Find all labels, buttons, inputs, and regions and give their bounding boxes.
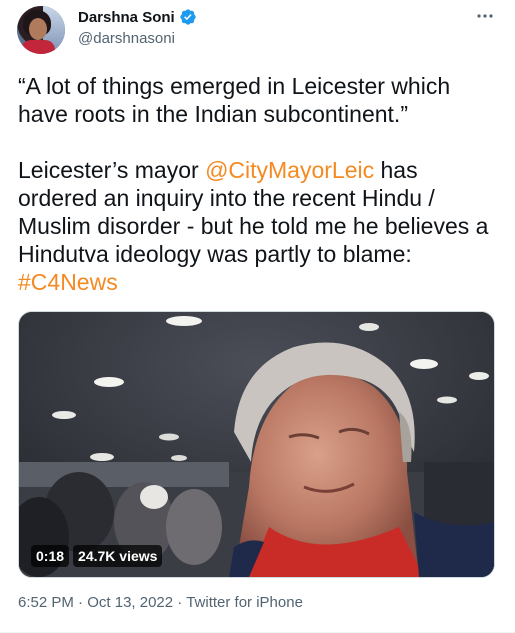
mention-link[interactable]: @CityMayorLeic — [205, 157, 374, 183]
tweet-text: “A lot of things emerged in Leicester wh… — [18, 72, 498, 296]
verified-badge-icon — [180, 9, 196, 25]
tweet: Darshna Soni @darshnasoni “A lot of thin… — [0, 0, 515, 633]
hashtag-link[interactable]: #C4News — [18, 269, 118, 295]
more-options-icon[interactable] — [473, 6, 497, 26]
avatar-face — [29, 18, 47, 40]
avatar[interactable] — [17, 6, 65, 54]
author-handle[interactable]: @darshnasoni — [78, 30, 175, 47]
tweet-source-app[interactable]: Twitter for iPhone — [186, 594, 303, 611]
avatar-shirt — [21, 40, 55, 54]
tweet-date[interactable]: Oct 13, 2022 — [87, 594, 173, 611]
tweet-body-before: Leicester’s mayor — [18, 157, 206, 183]
author-name-row: Darshna Soni — [78, 8, 197, 26]
tweet-time[interactable]: 6:52 PM — [18, 594, 74, 611]
tweet-body: Leicester’s mayor @CityMayorLeic has ord… — [18, 156, 498, 296]
video-info-badge: 0:18 24.7K views — [31, 545, 163, 567]
author-name[interactable]: Darshna Soni — [78, 9, 175, 26]
video-player[interactable]: 0:18 24.7K views — [18, 311, 495, 578]
video-views: 24.7K views — [73, 545, 163, 567]
meta-separator-1: · — [73, 594, 88, 611]
meta-separator-2: · — [173, 594, 187, 611]
video-duration: 0:18 — [31, 545, 70, 567]
tweet-meta: 6:52 PM · Oct 13, 2022 · Twitter for iPh… — [18, 594, 303, 611]
tweet-quote: “A lot of things emerged in Leicester wh… — [18, 73, 451, 127]
video-thumbnail — [19, 312, 494, 577]
